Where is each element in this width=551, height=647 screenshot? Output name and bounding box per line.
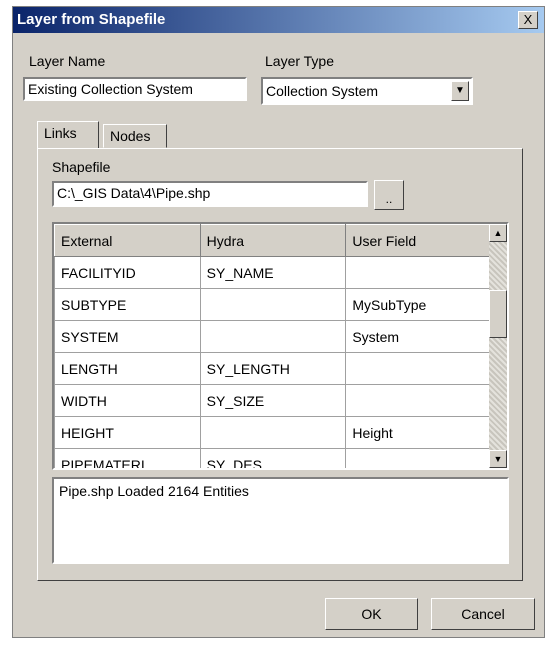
cancel-button[interactable]: Cancel xyxy=(431,598,535,630)
table-row[interactable]: WIDTH SY_SIZE xyxy=(54,384,491,417)
ok-button[interactable]: OK xyxy=(325,598,418,630)
hydra-cell[interactable]: SY_DES xyxy=(199,448,347,468)
grid-header-row: External Hydra User Field xyxy=(54,224,491,257)
user-field-cell[interactable] xyxy=(345,384,491,417)
layer-type-label: Layer Type xyxy=(265,53,335,69)
table-row[interactable]: LENGTH SY_LENGTH xyxy=(54,352,491,385)
scroll-up-icon[interactable]: ▲ xyxy=(489,224,507,242)
user-field-cell[interactable] xyxy=(345,352,491,385)
external-cell[interactable]: SYSTEM xyxy=(54,320,201,353)
hydra-cell[interactable]: SY_SIZE xyxy=(199,384,347,417)
chevron-down-icon[interactable]: ▼ xyxy=(451,81,469,101)
hydra-cell[interactable]: SY_LENGTH xyxy=(199,352,347,385)
layer-name-input[interactable]: Existing Collection System xyxy=(23,77,247,101)
status-log-textarea[interactable]: Pipe.shp Loaded 2164 Entities xyxy=(52,477,509,564)
field-mapping-grid[interactable]: External Hydra User Field FACILITYID SY_… xyxy=(52,222,509,470)
external-cell[interactable]: WIDTH xyxy=(54,384,201,417)
links-tab-panel: Shapefile C:\_GIS Data\4\Pipe.shp .. Ext… xyxy=(37,148,523,581)
tab-nodes[interactable]: Nodes xyxy=(103,124,167,148)
external-cell[interactable]: LENGTH xyxy=(54,352,201,385)
layer-name-label: Layer Name xyxy=(29,53,106,69)
table-row[interactable]: HEIGHT Height xyxy=(54,416,491,449)
close-button[interactable]: X xyxy=(518,11,538,29)
table-row[interactable]: FACILITYID SY_NAME xyxy=(54,256,491,289)
grid-vertical-scrollbar[interactable]: ▲ ▼ xyxy=(489,224,507,468)
external-cell[interactable]: HEIGHT xyxy=(54,416,201,449)
table-row[interactable]: SYSTEM System xyxy=(54,320,491,353)
external-cell[interactable]: PIPEMATERI xyxy=(54,448,201,468)
layer-from-shapefile-dialog: Layer from Shapefile X Layer Name Existi… xyxy=(12,6,545,638)
column-header-external[interactable]: External xyxy=(54,224,201,257)
user-field-cell[interactable] xyxy=(345,448,491,468)
layer-type-select[interactable]: Collection System ▼ xyxy=(261,77,473,105)
shapefile-label: Shapefile xyxy=(52,159,111,175)
column-header-hydra[interactable]: Hydra xyxy=(199,224,347,257)
user-field-cell[interactable]: Height xyxy=(345,416,491,449)
table-row[interactable]: PIPEMATERI SY_DES xyxy=(54,448,491,468)
user-field-cell[interactable]: MySubType xyxy=(345,288,491,321)
table-row[interactable]: SUBTYPE MySubType xyxy=(54,288,491,321)
scroll-thumb[interactable] xyxy=(489,290,507,338)
hydra-cell[interactable]: SY_NAME xyxy=(199,256,347,289)
title-bar: Layer from Shapefile X xyxy=(13,7,544,33)
external-cell[interactable]: FACILITYID xyxy=(54,256,201,289)
column-header-user-field[interactable]: User Field xyxy=(345,224,491,257)
hydra-cell[interactable] xyxy=(199,288,347,321)
external-cell[interactable]: SUBTYPE xyxy=(54,288,201,321)
tab-links[interactable]: Links xyxy=(37,121,99,149)
scroll-down-icon[interactable]: ▼ xyxy=(489,450,507,468)
user-field-cell[interactable]: System xyxy=(345,320,491,353)
browse-button[interactable]: .. xyxy=(374,180,404,210)
hydra-cell[interactable] xyxy=(199,416,347,449)
hydra-cell[interactable] xyxy=(199,320,347,353)
layer-type-value: Collection System xyxy=(266,83,379,99)
user-field-cell[interactable] xyxy=(345,256,491,289)
dialog-title: Layer from Shapefile xyxy=(17,11,166,28)
shapefile-path-input[interactable]: C:\_GIS Data\4\Pipe.shp xyxy=(52,181,368,207)
